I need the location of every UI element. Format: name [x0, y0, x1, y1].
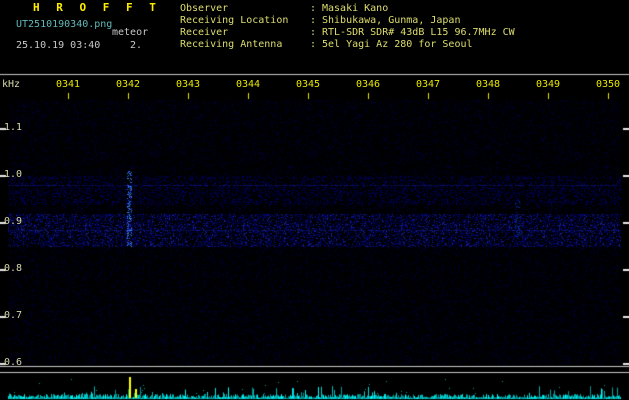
freq-tick-label: 0.6: [4, 357, 23, 368]
time-tick-label: 0346: [355, 79, 381, 90]
hrofft-output: H R O F F T UT2510190340.png meteor 25.1…: [0, 0, 629, 400]
info-label: Observer: [180, 3, 229, 14]
time-tick-label: 0350: [595, 79, 621, 90]
info-label: Receiving Location: [180, 15, 289, 26]
info-value: 5el Yagi Az 280 for Seoul: [322, 39, 473, 50]
station-info: Observer: Masaki Kano Receiving Location:…: [180, 4, 515, 52]
time-tick-label: 0347: [415, 79, 441, 90]
freq-axis-unit-label: kHz: [2, 79, 21, 90]
app-title: H R O F F T: [33, 1, 161, 14]
observation-mode-label: meteor: [112, 27, 149, 38]
output-filename: UT2510190340.png: [16, 19, 113, 30]
freq-tick-label: 1.1: [4, 122, 23, 133]
freq-tick-label: 0.9: [4, 216, 23, 227]
freq-tick-label: 0.8: [4, 263, 23, 274]
time-tick-label: 0341: [55, 79, 81, 90]
freq-tick-label: 1.0: [4, 169, 23, 180]
observation-datetime: 25.10.19 03:40: [16, 40, 101, 51]
time-tick-label: 0343: [175, 79, 201, 90]
time-tick-label: 0345: [295, 79, 321, 90]
time-tick-label: 0348: [475, 79, 501, 90]
image-sequence-number: 2.: [130, 40, 143, 51]
info-value: RTL-SDR SDR# 43dB L15 96.7MHz CW: [322, 27, 515, 38]
info-value: Masaki Kano: [322, 3, 389, 14]
info-label: Receiver: [180, 27, 229, 38]
time-tick-label: 0349: [535, 79, 561, 90]
spectrogram-canvas: [0, 0, 629, 400]
colon-separator: :: [310, 15, 317, 26]
station-info-row: Receiving Antenna:5el Yagi Az 280 for Se…: [180, 40, 515, 52]
info-value: Shibukawa, Gunma, Japan: [322, 15, 461, 26]
freq-tick-label: 0.7: [4, 310, 23, 321]
colon-separator: :: [310, 39, 317, 50]
colon-separator: :: [310, 27, 317, 38]
time-tick-label: 0344: [235, 79, 261, 90]
time-tick-label: 0342: [115, 79, 141, 90]
info-label: Receiving Antenna: [180, 39, 283, 50]
colon-separator: :: [310, 3, 317, 14]
